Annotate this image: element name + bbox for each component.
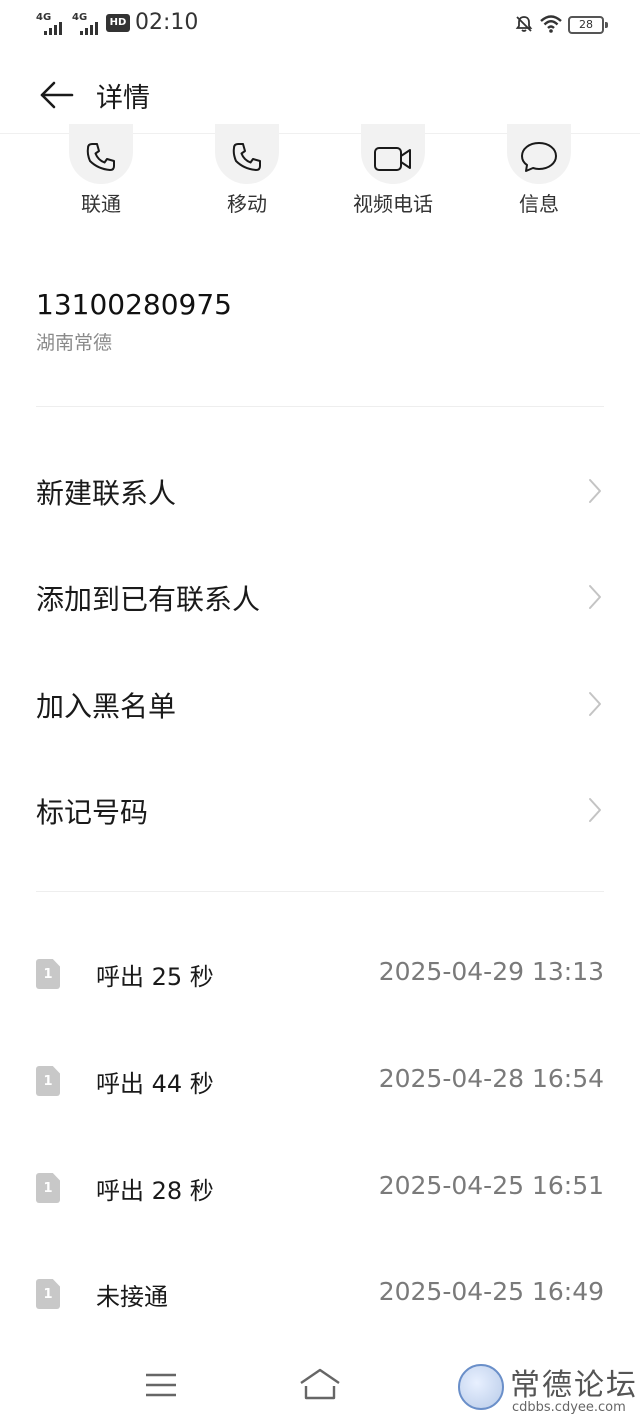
chevron-right-icon	[589, 692, 601, 716]
call-record[interactable]: 1 呼出 25 秒 2025-04-29 13:13	[0, 947, 640, 1007]
back-button[interactable]	[36, 74, 78, 116]
status-bar: 4G 4G HD 02:10 28	[0, 0, 640, 50]
call-unicom-button[interactable]: 联通	[41, 124, 161, 220]
phone-icon	[232, 143, 261, 171]
action-label: 视频电话	[353, 192, 433, 216]
video-icon	[374, 147, 411, 171]
signal-icon: 4G	[72, 12, 102, 35]
call-record[interactable]: 1 呼出 44 秒 2025-04-28 16:54	[0, 1054, 640, 1114]
menu-block-number[interactable]: 加入黑名单	[0, 659, 640, 749]
action-circle	[507, 124, 571, 184]
call-record[interactable]: 1 呼出 28 秒 2025-04-25 16:51	[0, 1161, 640, 1221]
call-time: 2025-04-29 13:13	[378, 957, 604, 986]
nav-menu-button[interactable]	[144, 1370, 178, 1400]
chevron-right-icon	[589, 479, 601, 503]
watermark-title: 常德论坛	[510, 1368, 638, 1403]
action-circle	[215, 124, 279, 184]
signal-icon: 4G	[36, 12, 66, 35]
menu-add-to-existing[interactable]: 添加到已有联系人	[0, 552, 640, 642]
number-location: 湖南常德	[36, 332, 113, 354]
sim1-icon: 1	[36, 1279, 60, 1309]
sim1-icon: 1	[36, 959, 60, 989]
action-label: 移动	[227, 192, 267, 216]
menu-label: 加入黑名单	[36, 690, 177, 723]
action-circle	[361, 124, 425, 184]
call-mobile-button[interactable]: 移动	[187, 124, 307, 220]
menu-mark-number[interactable]: 标记号码	[0, 765, 640, 855]
menu-label: 新建联系人	[36, 477, 177, 510]
chevron-right-icon	[589, 585, 601, 609]
back-arrow-icon	[40, 81, 74, 109]
call-type: 呼出 44 秒	[96, 1070, 214, 1098]
watermark-url: cdbbs.cdyee.com	[512, 1400, 626, 1415]
wifi-icon	[540, 15, 562, 33]
message-icon	[521, 142, 557, 172]
menu-label: 标记号码	[36, 796, 149, 829]
page-title: 详情	[96, 83, 150, 114]
divider	[36, 891, 604, 892]
phone-number: 13100280975	[36, 288, 232, 321]
call-time: 2025-04-25 16:49	[378, 1277, 604, 1306]
sim1-icon: 1	[36, 1173, 60, 1203]
call-detail-page: 4G 4G HD 02:10 28 详情 联通 移动 视频电话 信息 13100…	[0, 0, 640, 1422]
quick-actions: 联通 移动 视频电话 信息	[0, 124, 640, 224]
sim1-icon: 1	[36, 1066, 60, 1096]
forum-watermark: 常德论坛 cdbbs.cdyee.com	[452, 1352, 640, 1422]
hd-icon: HD	[106, 14, 130, 32]
nav-home-button[interactable]	[298, 1366, 342, 1402]
chevron-right-icon	[589, 798, 601, 822]
call-time: 2025-04-25 16:51	[378, 1171, 604, 1200]
action-label: 信息	[519, 192, 559, 216]
call-time: 2025-04-28 16:54	[378, 1064, 604, 1093]
phone-icon	[86, 143, 115, 171]
mute-bell-icon	[515, 16, 533, 32]
action-circle	[69, 124, 133, 184]
battery-icon: 28	[568, 16, 608, 34]
call-type: 呼出 25 秒	[96, 963, 214, 991]
clock: 02:10	[135, 10, 199, 35]
call-type: 呼出 28 秒	[96, 1177, 214, 1205]
divider	[36, 406, 604, 407]
call-record[interactable]: 1 未接通 2025-04-25 16:49	[0, 1267, 640, 1327]
navigation-bar: 常德论坛 cdbbs.cdyee.com	[0, 1352, 640, 1422]
menu-label: 添加到已有联系人	[36, 583, 261, 616]
menu-new-contact[interactable]: 新建联系人	[0, 446, 640, 536]
video-call-button[interactable]: 视频电话	[333, 124, 453, 220]
app-header: 详情	[0, 56, 640, 134]
action-label: 联通	[81, 192, 121, 216]
forum-logo-icon	[458, 1364, 504, 1410]
message-button[interactable]: 信息	[479, 124, 599, 220]
call-type: 未接通	[96, 1283, 168, 1311]
